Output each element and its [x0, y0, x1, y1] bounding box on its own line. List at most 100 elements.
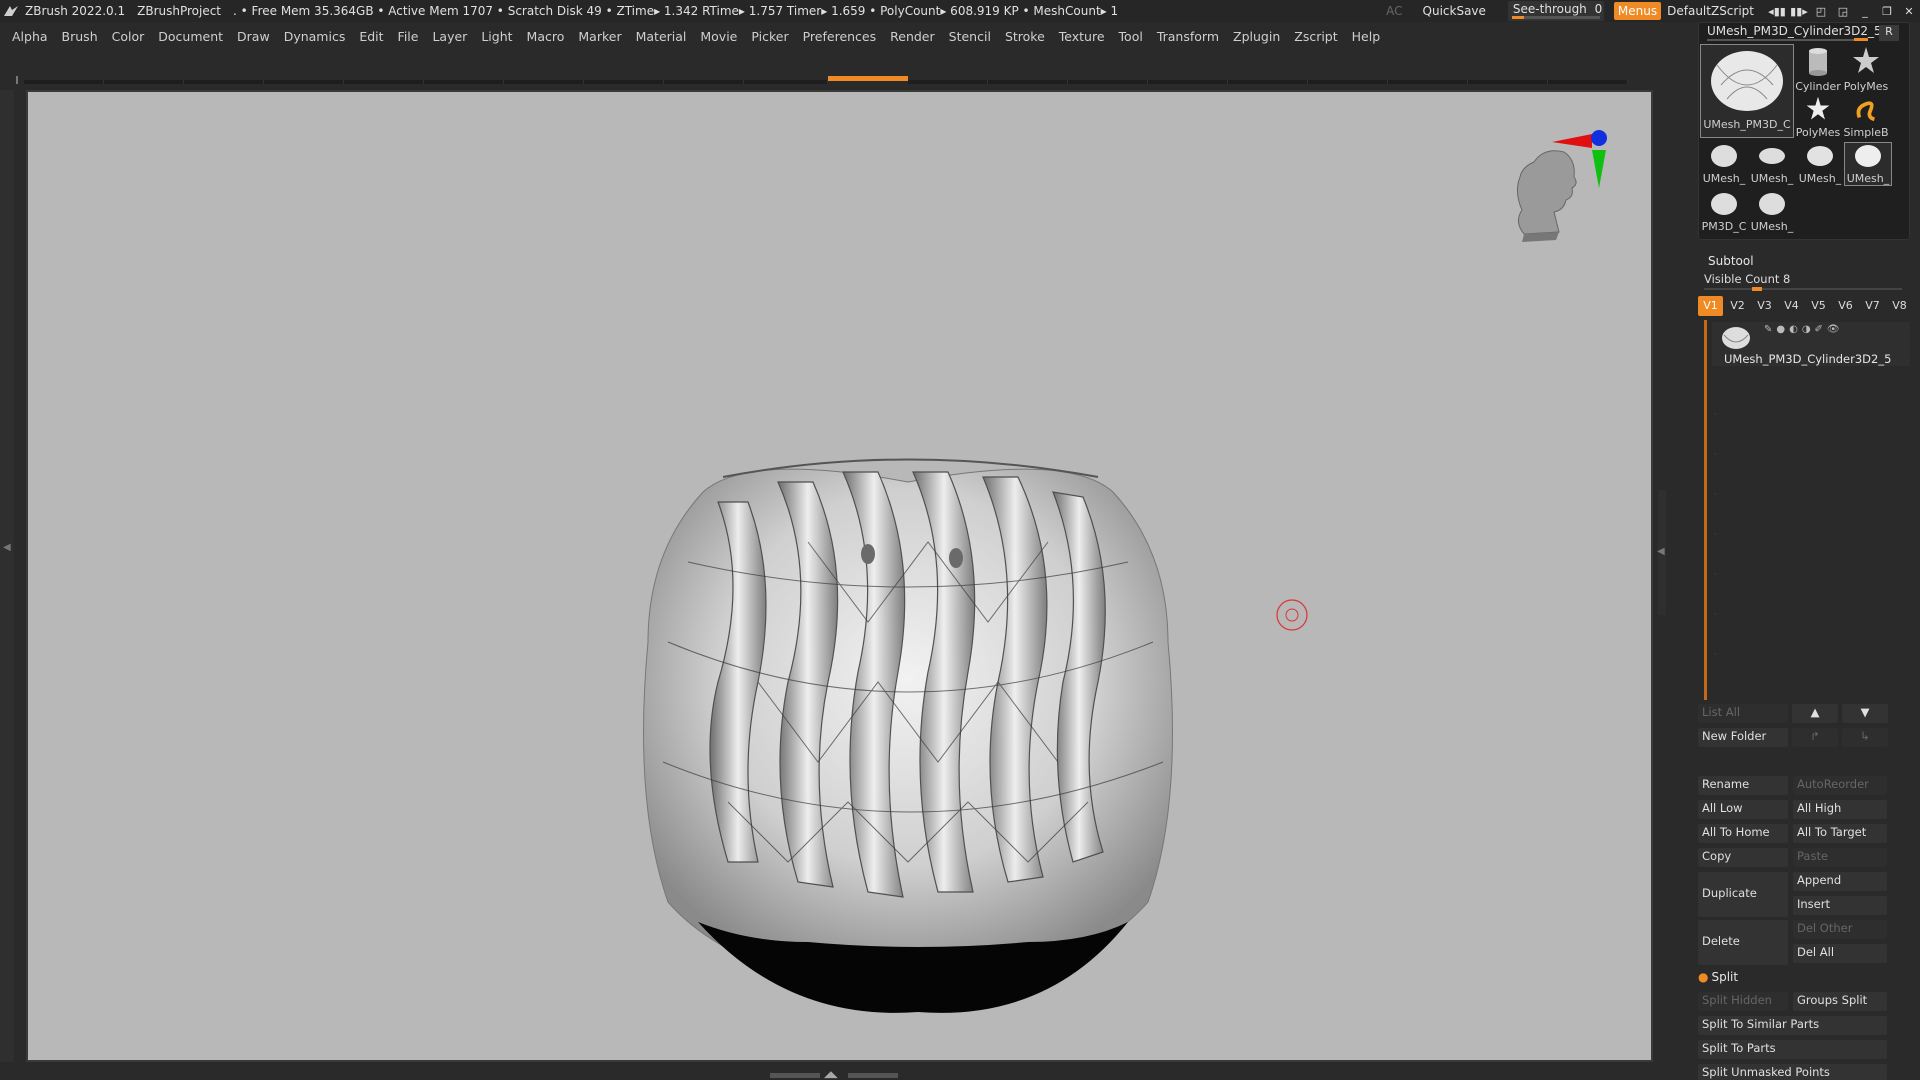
shelf-slot[interactable]: [908, 80, 988, 84]
subtool-list-scrollbar[interactable]: [1704, 320, 1707, 700]
window-tile-icon[interactable]: ◰: [1810, 5, 1832, 18]
shelf-slot[interactable]: [504, 80, 584, 84]
shelf-slot[interactable]: [104, 80, 184, 84]
paste-button[interactable]: Paste: [1793, 848, 1887, 867]
menu-file[interactable]: File: [398, 29, 419, 44]
top-shelf[interactable]: [14, 72, 1654, 84]
del-other-button[interactable]: Del Other: [1793, 920, 1887, 939]
move-down-icon[interactable]: ▼: [1842, 704, 1888, 723]
menu-movie[interactable]: Movie: [700, 29, 737, 44]
ac-toggle[interactable]: AC: [1386, 4, 1402, 18]
shelf-slot[interactable]: [744, 80, 828, 84]
menu-dynamics[interactable]: Dynamics: [284, 29, 346, 44]
shelf-slot[interactable]: [264, 80, 344, 84]
bottom-tray-handle[interactable]: ◢◣: [770, 1070, 900, 1080]
menu-alpha[interactable]: Alpha: [12, 29, 48, 44]
all-low-button[interactable]: All Low: [1698, 800, 1788, 819]
insert-button[interactable]: Insert: [1793, 896, 1887, 915]
shelf-slot[interactable]: [1228, 80, 1308, 84]
tab-v7[interactable]: V7: [1860, 296, 1885, 316]
shelf-slot[interactable]: [1068, 80, 1148, 84]
minimize-icon[interactable]: _: [1854, 5, 1876, 18]
visible-count-slider[interactable]: Visible Count 8: [1704, 272, 1902, 288]
menu-help[interactable]: Help: [1352, 29, 1381, 44]
menu-draw[interactable]: Draw: [237, 29, 270, 44]
shelf-slot[interactable]: [344, 80, 424, 84]
menu-transform[interactable]: Transform: [1157, 29, 1219, 44]
move-up-icon[interactable]: ▲: [1792, 704, 1838, 723]
tab-v6[interactable]: V6: [1833, 296, 1858, 316]
tool-thumb-simplebrush[interactable]: SimpleB: [1843, 95, 1889, 141]
shelf-active-slot[interactable]: [828, 76, 908, 81]
menu-stroke[interactable]: Stroke: [1005, 29, 1045, 44]
split-to-similar-parts-button[interactable]: Split To Similar Parts: [1698, 1016, 1887, 1035]
duplicate-button[interactable]: Duplicate: [1698, 872, 1788, 917]
shelf-slot[interactable]: [1388, 80, 1468, 84]
tool-thumb-polymesh-star-2[interactable]: PolyMes: [1795, 95, 1841, 141]
menu-stencil[interactable]: Stencil: [949, 29, 991, 44]
menu-preferences[interactable]: Preferences: [803, 29, 877, 44]
tab-v8[interactable]: V8: [1887, 296, 1912, 316]
menu-material[interactable]: Material: [636, 29, 687, 44]
menu-zscript[interactable]: Zscript: [1294, 29, 1337, 44]
menu-zplugin[interactable]: Zplugin: [1233, 29, 1280, 44]
tool-r-button[interactable]: R: [1879, 25, 1899, 41]
canvas-viewport[interactable]: [26, 90, 1653, 1062]
subtool-list[interactable]: ✎●◐◑✐👁 UMesh_PM3D_Cylinder3D2_5 · · · · …: [1704, 320, 1910, 720]
delete-button[interactable]: Delete: [1698, 920, 1788, 965]
shelf-slot[interactable]: [1308, 80, 1388, 84]
split-section-title[interactable]: ● Split: [1698, 970, 1738, 984]
menu-render[interactable]: Render: [890, 29, 935, 44]
split-to-parts-button[interactable]: Split To Parts: [1698, 1040, 1887, 1059]
menu-marker[interactable]: Marker: [578, 29, 621, 44]
menu-edit[interactable]: Edit: [359, 29, 383, 44]
restore-icon[interactable]: ❐: [1876, 5, 1898, 18]
copy-button[interactable]: Copy: [1698, 848, 1788, 867]
window-cascade-icon[interactable]: ◲: [1832, 5, 1854, 18]
all-to-home-button[interactable]: All To Home: [1698, 824, 1788, 843]
tool-thumb-umesh-4[interactable]: UMesh_: [1844, 142, 1892, 186]
tab-v5[interactable]: V5: [1806, 296, 1831, 316]
menu-layer[interactable]: Layer: [432, 29, 467, 44]
menu-macro[interactable]: Macro: [527, 29, 565, 44]
default-zscript-button[interactable]: DefaultZScript: [1667, 4, 1754, 18]
tab-v4[interactable]: V4: [1779, 296, 1804, 316]
left-dock-arrow-icon[interactable]: ◀: [3, 542, 11, 553]
seethrough-slider[interactable]: See-through 0: [1507, 1, 1604, 21]
shelf-slot[interactable]: [424, 80, 504, 84]
tab-v3[interactable]: V3: [1752, 296, 1777, 316]
close-icon[interactable]: ✕: [1898, 5, 1920, 18]
rename-button[interactable]: Rename: [1698, 776, 1788, 795]
subtool-toggle-icons[interactable]: ✎●◐◑✐👁: [1764, 324, 1844, 335]
menu-picker[interactable]: Picker: [751, 29, 788, 44]
menus-toggle[interactable]: Menus: [1613, 2, 1662, 20]
tool-slider-thumb[interactable]: [1854, 38, 1868, 41]
new-folder-button[interactable]: New Folder: [1698, 728, 1788, 747]
subtool-item[interactable]: ✎●◐◑✐👁 UMesh_PM3D_Cylinder3D2_5: [1712, 322, 1910, 366]
layout-left-icon[interactable]: ◂▮▮: [1766, 5, 1788, 18]
quicksave-button[interactable]: QuickSave: [1423, 4, 1486, 18]
menu-document[interactable]: Document: [158, 29, 223, 44]
tool-thumb-cylinder[interactable]: Cylinder: [1795, 45, 1841, 95]
visible-count-thumb[interactable]: [1752, 287, 1762, 291]
groups-split-button[interactable]: Groups Split: [1793, 992, 1887, 1011]
shelf-slot[interactable]: [1148, 80, 1228, 84]
folder-move-icon[interactable]: ↱: [1792, 728, 1838, 747]
current-tool-name[interactable]: UMesh_PM3D_Cylinder3D2_5: [1707, 24, 1897, 40]
tool-thumb-umesh-1[interactable]: UMesh_: [1701, 143, 1747, 185]
shelf-slot[interactable]: [664, 80, 744, 84]
shelf-slot[interactable]: [1468, 80, 1548, 84]
auto-reorder-button[interactable]: AutoReorder: [1793, 776, 1887, 795]
tool-thumb-umesh-5[interactable]: UMesh_: [1749, 191, 1795, 233]
shelf-slot[interactable]: [184, 80, 264, 84]
orientation-gizmo-icon[interactable]: [1504, 122, 1614, 247]
bottom-tray-arrows-icon[interactable]: ◢◣: [824, 1071, 844, 1080]
tab-v2[interactable]: V2: [1725, 296, 1750, 316]
del-all-button[interactable]: Del All: [1793, 944, 1887, 963]
split-hidden-button[interactable]: Split Hidden: [1698, 992, 1788, 1011]
menu-texture[interactable]: Texture: [1059, 29, 1105, 44]
right-dock-arrow-icon[interactable]: ◀: [1657, 546, 1665, 557]
tool-thumb-pm3d[interactable]: PM3D_C: [1701, 191, 1747, 233]
layout-right-icon[interactable]: ▮▮▸: [1788, 5, 1810, 18]
tool-thumb-umesh-3[interactable]: UMesh_: [1797, 143, 1843, 185]
